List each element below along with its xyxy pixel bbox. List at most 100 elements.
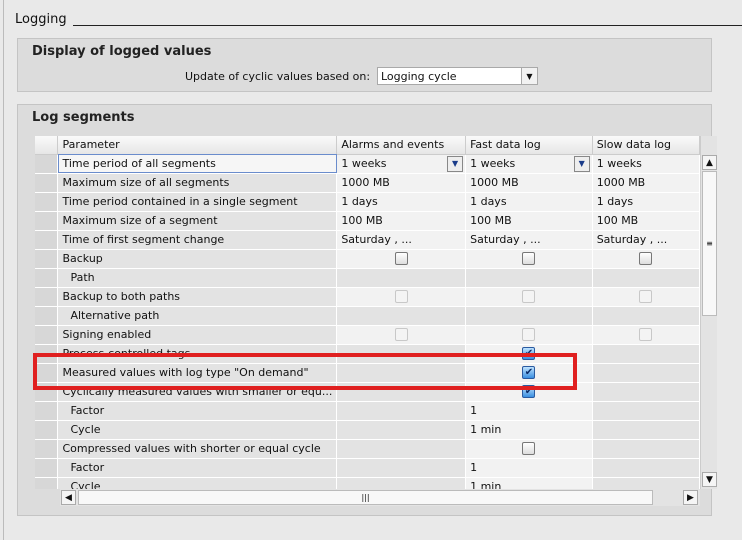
section-title: Logging bbox=[15, 12, 67, 27]
chevron-down-icon[interactable]: ▼ bbox=[573, 155, 590, 172]
value-cell bbox=[592, 382, 700, 402]
parameter-cell: Cycle bbox=[57, 420, 338, 440]
highlight-box bbox=[33, 353, 577, 390]
value-cell[interactable] bbox=[465, 287, 593, 307]
value-cell[interactable]: 1 days bbox=[592, 192, 700, 212]
value-cell[interactable] bbox=[592, 287, 700, 307]
row-header[interactable] bbox=[35, 401, 59, 421]
value-cell[interactable] bbox=[336, 325, 467, 345]
column-header-parameter[interactable]: Parameter bbox=[57, 136, 338, 155]
value-cell bbox=[592, 344, 700, 364]
value-cell[interactable]: 1 weeks bbox=[592, 154, 700, 174]
value-cell[interactable]: 1 days bbox=[465, 192, 593, 212]
cell-value: 1 days bbox=[470, 195, 507, 208]
table-row: Backup bbox=[35, 249, 700, 269]
value-cell[interactable] bbox=[336, 287, 467, 307]
row-header[interactable] bbox=[35, 230, 59, 250]
display-panel-title: Display of logged values bbox=[32, 44, 212, 59]
row-header[interactable] bbox=[35, 173, 59, 193]
scroll-left-icon[interactable]: ◀ bbox=[61, 490, 76, 505]
value-cell bbox=[336, 439, 467, 459]
value-cell[interactable] bbox=[465, 325, 593, 345]
parameter-cell: Alternative path bbox=[57, 306, 338, 326]
value-cell bbox=[336, 401, 467, 421]
chevron-down-icon[interactable]: ▼ bbox=[521, 68, 537, 84]
scroll-up-icon[interactable]: ▲ bbox=[702, 155, 717, 170]
value-cell[interactable] bbox=[336, 249, 467, 269]
value-cell[interactable]: 1000 MB bbox=[592, 173, 700, 193]
row-header[interactable] bbox=[35, 211, 59, 231]
row-header[interactable] bbox=[35, 325, 59, 345]
checkbox[interactable] bbox=[394, 252, 408, 265]
value-cell[interactable]: 1 min bbox=[465, 420, 593, 440]
value-cell[interactable]: Saturday , ... bbox=[465, 230, 593, 250]
value-cell[interactable]: 1 min bbox=[465, 477, 593, 489]
value-cell[interactable]: 1 weeks ▼ bbox=[465, 154, 593, 174]
value-cell bbox=[592, 477, 700, 489]
left-edge bbox=[0, 0, 4, 540]
horizontal-scrollbar[interactable]: ◀ ||| ▶ bbox=[60, 489, 700, 506]
value-cell[interactable] bbox=[465, 439, 593, 459]
table-row: Time period contained in a single segmen… bbox=[35, 192, 700, 212]
segments-table: Parameter Alarms and events Fast data lo… bbox=[35, 136, 700, 489]
checkbox[interactable] bbox=[639, 252, 653, 265]
value-cell[interactable]: 1 bbox=[465, 458, 593, 478]
scroll-down-icon[interactable]: ▼ bbox=[702, 472, 717, 487]
column-header-slow[interactable]: Slow data log bbox=[592, 136, 700, 155]
vertical-scrollbar[interactable]: ▲ ≡ ▼ bbox=[700, 136, 717, 489]
value-cell[interactable] bbox=[465, 249, 593, 269]
checkbox[interactable] bbox=[522, 442, 536, 455]
cell-value: 1 min bbox=[470, 423, 502, 436]
value-cell bbox=[592, 439, 700, 459]
row-header[interactable] bbox=[35, 287, 59, 307]
scroll-thumb-vertical[interactable]: ≡ bbox=[702, 171, 717, 316]
value-cell bbox=[592, 458, 700, 478]
checkbox bbox=[394, 290, 408, 303]
checkbox bbox=[522, 290, 536, 303]
table-row: Cycle 1 min bbox=[35, 477, 700, 489]
column-header-alarms[interactable]: Alarms and events bbox=[336, 136, 467, 155]
parameter-cell: Maximum size of all segments bbox=[57, 173, 338, 193]
parameter-cell: Compressed values with shorter or equal … bbox=[57, 439, 338, 459]
table-row: Factor 1 bbox=[35, 458, 700, 478]
checkbox[interactable] bbox=[522, 252, 536, 265]
value-cell[interactable]: 1 days bbox=[336, 192, 467, 212]
value-cell[interactable]: 100 MB bbox=[592, 211, 700, 231]
value-cell[interactable]: 1000 MB bbox=[465, 173, 593, 193]
parameter-cell: Time period contained in a single segmen… bbox=[57, 192, 338, 212]
chevron-down-icon[interactable]: ▼ bbox=[447, 155, 464, 172]
row-header[interactable] bbox=[35, 306, 59, 326]
parameter-cell: Backup to both paths bbox=[57, 287, 338, 307]
value-cell[interactable]: 1 bbox=[465, 401, 593, 421]
cell-value: Saturday , ... bbox=[470, 233, 541, 246]
row-header[interactable] bbox=[35, 192, 59, 212]
value-cell[interactable] bbox=[592, 249, 700, 269]
scroll-right-icon[interactable]: ▶ bbox=[683, 490, 698, 505]
cell-value: 100 MB bbox=[341, 214, 383, 227]
value-cell[interactable]: Saturday , ... bbox=[336, 230, 467, 250]
checkbox bbox=[394, 328, 408, 341]
segments-panel-title: Log segments bbox=[32, 110, 135, 125]
row-header[interactable] bbox=[35, 420, 59, 440]
value-cell[interactable]: 100 MB bbox=[336, 211, 467, 231]
column-header-fast[interactable]: Fast data log bbox=[465, 136, 593, 155]
value-cell[interactable]: 100 MB bbox=[465, 211, 593, 231]
cell-value: 1 weeks bbox=[596, 157, 642, 170]
value-cell[interactable]: 1000 MB bbox=[336, 173, 467, 193]
row-header[interactable] bbox=[35, 154, 59, 174]
row-header[interactable] bbox=[35, 458, 59, 478]
cell-value: 1 bbox=[470, 461, 478, 474]
update-select[interactable]: Logging cycle ▼ bbox=[377, 67, 538, 85]
update-value: Logging cycle bbox=[381, 70, 457, 83]
value-cell[interactable]: Saturday , ... bbox=[592, 230, 700, 250]
value-cell bbox=[336, 458, 467, 478]
value-cell bbox=[336, 477, 467, 489]
scroll-thumb-horizontal[interactable]: ||| bbox=[78, 490, 653, 505]
row-header[interactable] bbox=[35, 268, 59, 288]
value-cell[interactable] bbox=[592, 325, 700, 345]
parameter-cell: Cycle bbox=[57, 477, 338, 489]
row-header[interactable] bbox=[35, 249, 59, 269]
row-header[interactable] bbox=[35, 477, 59, 489]
row-header[interactable] bbox=[35, 439, 59, 459]
value-cell[interactable]: 1 weeks ▼ bbox=[336, 154, 467, 174]
